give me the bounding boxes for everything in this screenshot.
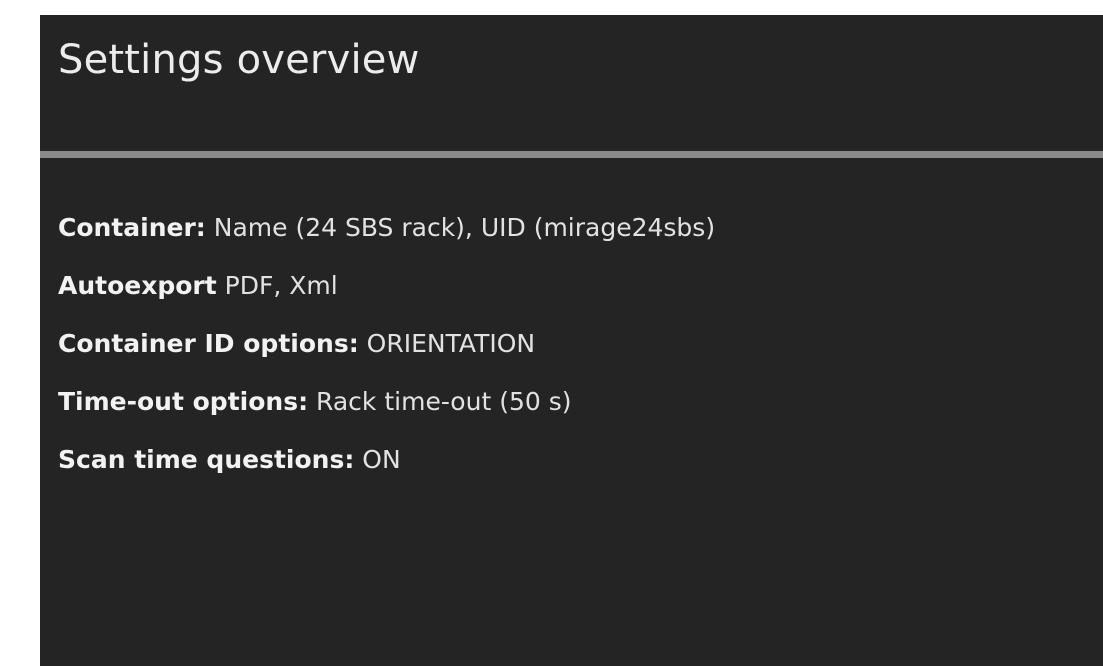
panel-header: Settings overview bbox=[40, 15, 1103, 151]
setting-row-autoexport: Autoexport PDF, Xml bbox=[58, 266, 715, 324]
setting-label: Container: bbox=[58, 213, 206, 242]
setting-row-container-id-options: Container ID options: ORIENTATION bbox=[58, 324, 715, 382]
setting-value: Name (24 SBS rack), UID (mirage24sbs) bbox=[213, 213, 716, 242]
setting-row-time-out-options: Time-out options: Rack time-out (50 s) bbox=[58, 382, 715, 440]
setting-label: Container ID options: bbox=[58, 329, 359, 358]
header-divider bbox=[40, 151, 1103, 158]
setting-value: Rack time-out (50 s) bbox=[316, 387, 572, 416]
page-title: Settings overview bbox=[58, 37, 420, 83]
setting-label: Time-out options: bbox=[58, 387, 309, 416]
setting-row-container: Container: Name (24 SBS rack), UID (mira… bbox=[58, 208, 715, 266]
setting-label: Autoexport bbox=[58, 271, 217, 300]
setting-label: Scan time questions: bbox=[58, 445, 355, 474]
settings-list: Container: Name (24 SBS rack), UID (mira… bbox=[58, 208, 715, 498]
setting-row-scan-time-questions: Scan time questions: ON bbox=[58, 440, 715, 498]
settings-overview-panel: Settings overview Container: Name (24 SB… bbox=[40, 15, 1103, 666]
setting-value: ON bbox=[362, 445, 401, 474]
setting-value: ORIENTATION bbox=[366, 329, 536, 358]
setting-value: PDF, Xml bbox=[224, 271, 338, 300]
